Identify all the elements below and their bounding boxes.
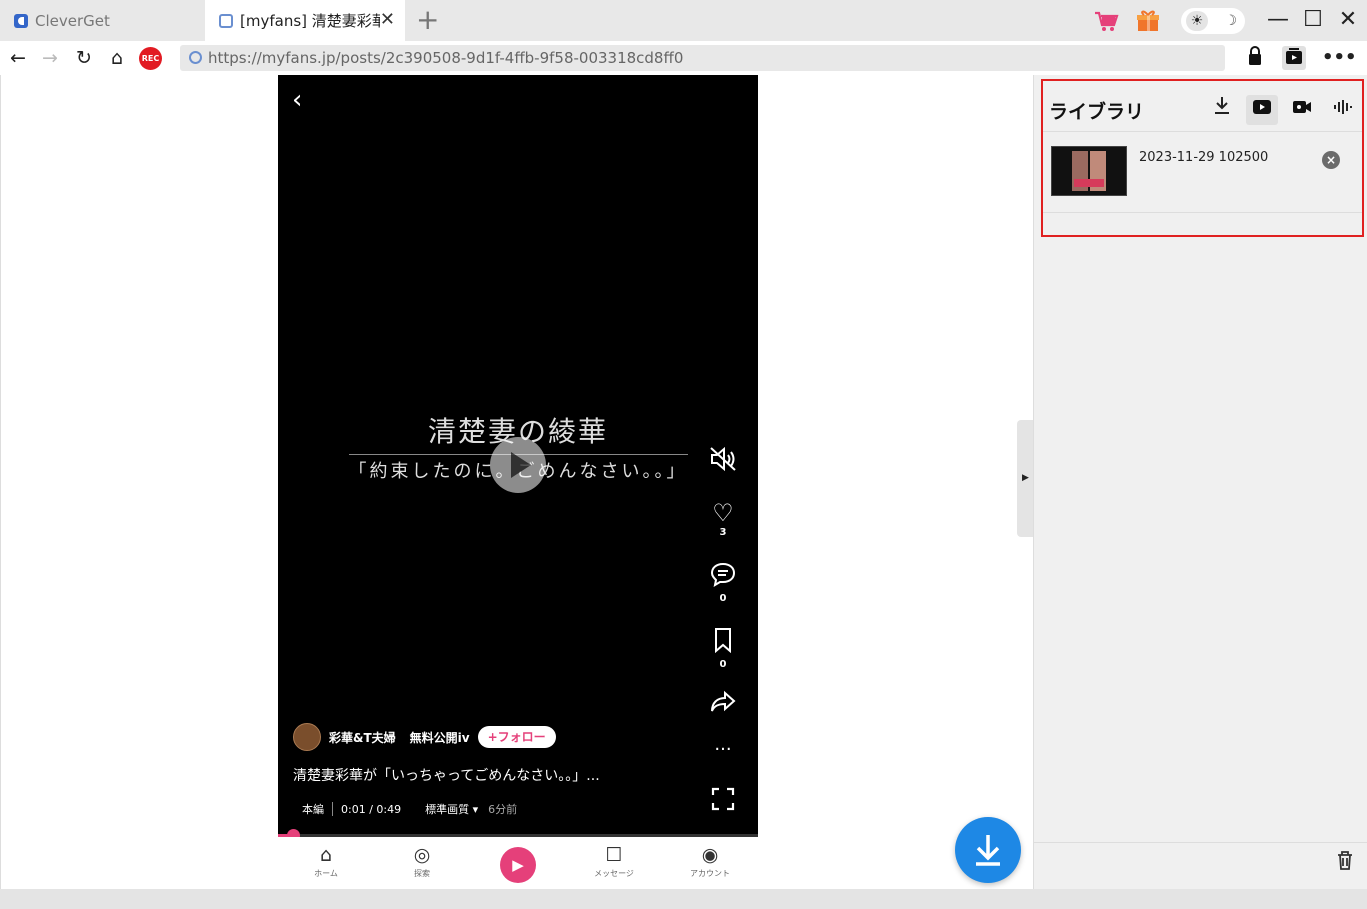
share-icon[interactable] (703, 689, 743, 719)
author-row: 彩華&T夫婦 無料公開iv +フォロー (293, 723, 556, 751)
home-icon: ⌂ (319, 844, 333, 866)
tab-title: [myfans] 清楚妻彩華 (240, 12, 380, 30)
free-label: 無料公開iv (409, 730, 470, 745)
divider (332, 802, 333, 816)
quality-label: 標準画質 (425, 803, 470, 816)
bookmark-count: 0 (719, 659, 727, 670)
video-thumbnail[interactable] (1051, 146, 1127, 196)
nav-label: アカウント (690, 869, 730, 878)
sun-icon[interactable]: ☀ (1186, 11, 1208, 31)
compass-icon: ◎ (413, 844, 431, 866)
fullscreen-icon[interactable] (703, 786, 743, 816)
file-name[interactable]: 2023-11-29 102500 (1139, 150, 1268, 165)
loading-favicon-icon (219, 13, 233, 28)
url-text: https://myfans.jp/posts/2c390508-9d1f-4f… (208, 49, 684, 67)
web-page: ‹ 清楚妻の綾華 「約束したのに。ごめんなさい。。」 ♡ 3 0 (0, 75, 1034, 889)
reload-icon[interactable]: ↻ (73, 47, 95, 69)
trash-icon[interactable] (1334, 850, 1356, 874)
app-window: CleverGet [myfans] 清楚妻彩華 ✕ + ☀ ☽ — ☐ ✕ ←… (0, 0, 1367, 909)
site-bottom-nav: ⌂ ホーム ◎ 探索 ▶ ☐ メッセージ ◉ アカウント (278, 837, 758, 889)
more-menu-icon[interactable]: ••• (1322, 46, 1357, 70)
comment-count: 0 (719, 593, 727, 604)
loading-icon (189, 51, 202, 64)
back-arrow-icon[interactable]: ← (7, 47, 29, 69)
posted-time: 6分前 (488, 803, 518, 816)
post-caption[interactable]: 清楚妻彩華が「いっちゃってごめんなさい。。」... (293, 765, 600, 785)
nav-label: ホーム (314, 869, 338, 878)
home-icon[interactable]: ⌂ (106, 47, 128, 69)
play-button-icon[interactable] (490, 437, 546, 493)
like-count: 3 (719, 527, 727, 538)
navigation-bar: ← → ↻ ⌂ REC https://myfans.jp/posts/2c39… (0, 41, 1367, 75)
heart-icon: ♡ (712, 499, 734, 527)
tab-close-icon[interactable]: ✕ (380, 11, 395, 29)
mode-label[interactable]: 本編 (302, 801, 324, 817)
author-name[interactable]: 彩華&T夫婦 (329, 729, 396, 746)
like-button[interactable]: ♡ 3 (703, 499, 743, 539)
cart-icon[interactable] (1093, 0, 1121, 41)
more-dots-icon[interactable]: ··· (703, 739, 743, 760)
bookmark-icon (703, 627, 743, 659)
comment-button[interactable]: 0 (703, 561, 743, 605)
video-meta-row: 本編 0:01 / 0:49 標準画質 ▾ 6分前 (302, 801, 517, 817)
video-player[interactable]: ‹ 清楚妻の綾華 「約束したのに。ごめんなさい。。」 ♡ 3 0 (278, 75, 758, 889)
moon-icon[interactable]: ☽ (1224, 11, 1237, 31)
new-tab-plus-icon[interactable]: + (416, 6, 439, 34)
remove-item-icon[interactable]: × (1322, 151, 1340, 169)
nav-label: メッセージ (594, 869, 634, 878)
library-highlight: ライブラリ 2023-11-29 102500 × (1041, 79, 1364, 237)
rec-button[interactable]: REC (139, 47, 162, 70)
avatar[interactable] (293, 723, 321, 751)
tab-myfans[interactable]: [myfans] 清楚妻彩華 ✕ (205, 0, 405, 41)
tab-title: CleverGet (35, 11, 110, 30)
back-chevron-icon[interactable]: ‹ (292, 87, 302, 113)
close-window-button[interactable]: ✕ (1335, 8, 1361, 34)
comment-bubble-icon (703, 561, 743, 593)
lock-icon[interactable] (1243, 46, 1267, 70)
tab-recorded-video-icon[interactable] (1286, 95, 1318, 125)
tab-video-icon[interactable] (1246, 95, 1278, 125)
forward-arrow-icon[interactable]: → (39, 47, 61, 69)
tab-cleverget[interactable]: CleverGet (0, 0, 205, 41)
library-panel: ライブラリ 2023-11-29 102500 × (1033, 75, 1367, 889)
download-icon (976, 835, 1000, 866)
theme-toggle[interactable]: ☀ ☽ (1181, 8, 1245, 34)
nav-label: 探索 (414, 869, 430, 878)
mute-icon[interactable] (703, 445, 743, 477)
divider (1034, 842, 1367, 843)
library-title: ライブラリ (1049, 101, 1145, 123)
maximize-button[interactable]: ☐ (1300, 8, 1326, 34)
nav-account[interactable]: ◉ アカウント (680, 843, 740, 879)
quality-selector[interactable]: 標準画質 ▾ (425, 801, 478, 817)
nav-home[interactable]: ⌂ ホーム (296, 843, 356, 879)
time-display: 0:01 / 0:49 (341, 802, 402, 816)
nav-messages[interactable]: ☐ メッセージ (584, 843, 644, 879)
tab-bar: CleverGet [myfans] 清楚妻彩華 ✕ + ☀ ☽ — ☐ ✕ (0, 0, 1367, 41)
bookmark-button[interactable]: 0 (703, 627, 743, 671)
tab-audio-icon[interactable] (1326, 95, 1358, 125)
follow-button[interactable]: +フォロー (477, 726, 556, 748)
library-toggle-icon[interactable] (1282, 46, 1306, 70)
minimize-button[interactable]: — (1265, 8, 1291, 34)
url-field[interactable]: https://myfans.jp/posts/2c390508-9d1f-4f… (180, 45, 1225, 71)
library-item[interactable]: 2023-11-29 102500 × (1043, 132, 1362, 213)
cleverget-favicon-icon (14, 13, 28, 28)
caret-down-icon: ▾ (472, 803, 479, 816)
thumbnail-image (1074, 179, 1104, 187)
account-icon: ◉ (701, 844, 719, 866)
collapse-panel-handle[interactable]: ▶ (1017, 420, 1034, 537)
nav-explore[interactable]: ◎ 探索 (392, 843, 452, 879)
post-video-button-icon[interactable]: ▶ (500, 847, 536, 883)
status-bar (0, 889, 1367, 909)
tab-downloading-icon[interactable] (1206, 95, 1238, 125)
download-fab[interactable] (955, 817, 1021, 883)
gift-icon[interactable] (1135, 0, 1163, 41)
message-icon: ☐ (605, 844, 623, 866)
